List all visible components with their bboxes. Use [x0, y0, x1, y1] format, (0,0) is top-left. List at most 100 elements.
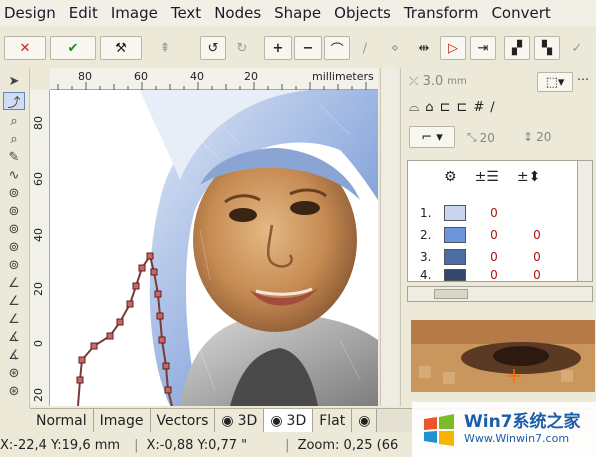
menu-design[interactable]: Design [4, 4, 56, 22]
add-node-button[interactable]: + [264, 36, 292, 60]
thread-color-swatch[interactable] [444, 249, 466, 265]
run-tool[interactable]: ∠ [3, 274, 25, 292]
ruler-left: 80 60 40 20 0 20 [30, 90, 50, 406]
thread-row-4[interactable]: 4. 0 0 [420, 269, 552, 281]
line-button[interactable]: ∕ [354, 36, 376, 60]
menu-convert[interactable]: Convert [491, 4, 550, 22]
ruler-top: 80 60 40 20 millimeters [50, 68, 378, 90]
auto-digitize-button[interactable]: ⚒ [100, 36, 142, 60]
thread-color-swatch[interactable] [444, 227, 466, 243]
zoom-fit-tool[interactable]: ⌕ [3, 130, 25, 148]
view-extra-icon: ◉ [358, 412, 371, 429]
photo-tool[interactable]: ⊛ [3, 364, 25, 382]
spiral-icon: ⊚ [8, 257, 20, 273]
menu-edit[interactable]: Edit [69, 4, 98, 22]
bean-icon: ∠ [8, 311, 20, 327]
snap-button[interactable]: ⇞ [152, 36, 178, 60]
dash-pattern-button[interactable]: ⋯ [577, 72, 595, 92]
cancel-button[interactable]: ✕ [4, 36, 46, 60]
tab-flat[interactable]: Flat [313, 409, 353, 432]
applique-tool[interactable]: ∡ [3, 328, 25, 346]
tab-extra[interactable]: ◉ [352, 409, 378, 432]
status-zoom: Zoom: 0,25 (66 [297, 437, 399, 453]
menu-nodes[interactable]: Nodes [214, 4, 261, 22]
rotate-button[interactable]: ↺ [200, 36, 226, 60]
x-icon: ✕ [19, 40, 31, 56]
motif-tool[interactable]: ∠ [3, 292, 25, 310]
break-icon: ⋄ [390, 40, 400, 56]
break-button[interactable]: ⋄ [384, 36, 406, 60]
magic-wand-icon: ⚒ [115, 40, 127, 56]
knife-icon: ✎ [8, 149, 20, 165]
shape-option-4[interactable]: ⊏ [456, 100, 467, 115]
shape-option-6[interactable]: ∕ [490, 100, 494, 115]
thread-color-swatch[interactable] [444, 205, 466, 221]
menu-shape[interactable]: Shape [274, 4, 321, 22]
menu-transform[interactable]: Transform [404, 4, 479, 22]
thread-row-2[interactable]: 2. 0 0 [420, 227, 552, 243]
column-tool[interactable]: ⊚ [3, 220, 25, 238]
corner-type-dropdown[interactable]: ⌐ ▾ [409, 126, 455, 148]
apply-button[interactable]: ✔ [50, 36, 96, 60]
thread-value-a: 0 [490, 250, 498, 264]
design-canvas[interactable] [50, 90, 378, 406]
cross-tool[interactable]: ∡ [3, 346, 25, 364]
spacing-a-value[interactable]: 20 [480, 131, 495, 145]
curve-button[interactable]: ⌒ [324, 36, 350, 60]
thread-row-3[interactable]: 3. 0 0 [420, 249, 552, 265]
ruler-left-20: 20 [32, 282, 45, 296]
freehand-tool[interactable]: ∿ [3, 166, 25, 184]
zoom-preview [411, 320, 595, 392]
thread-value-b: 0 [533, 228, 541, 242]
thread-table-hscroll[interactable] [407, 286, 593, 302]
remove-node-button[interactable]: − [294, 36, 322, 60]
end-point-button[interactable]: ⇥ [470, 36, 496, 60]
pattern-dropdown[interactable]: ⬚▾ [537, 72, 573, 92]
redo-button[interactable]: ↻ [230, 36, 254, 60]
lettering-tool[interactable]: ⊛ [3, 382, 25, 400]
stitch-width-icon: ⤫ [409, 74, 419, 88]
circle-tool[interactable]: ⊚ [3, 238, 25, 256]
tab-vectors[interactable]: Vectors [150, 409, 216, 432]
zoom-tool[interactable]: ⌕ [3, 112, 25, 130]
stitch-width-value[interactable]: 3.0 [423, 74, 444, 89]
node-tool[interactable]: ⤴ [3, 92, 25, 111]
status-divider: | [134, 437, 139, 453]
hscroll-thumb[interactable] [434, 289, 468, 299]
menu-image[interactable]: Image [111, 4, 158, 22]
align-button[interactable]: ⇹ [412, 36, 436, 60]
start-point-button[interactable]: ▷ [440, 36, 466, 60]
thread-row-1[interactable]: 1. 0 [420, 205, 552, 221]
pointer-tool[interactable]: ➤ [3, 72, 25, 90]
canvas-vscrollbar[interactable] [380, 68, 398, 406]
thread-table-vscroll[interactable] [577, 160, 593, 282]
watermark-brand: Win7系统之家 [464, 412, 581, 433]
tab-normal[interactable]: Normal [30, 409, 94, 432]
thread-color-swatch[interactable] [444, 269, 466, 281]
ruler-left-20b: 20 [32, 388, 45, 402]
tool-check-icon: ✓ [571, 40, 583, 56]
tab-3d-active[interactable]: ◉ 3D [264, 409, 314, 432]
menu-objects[interactable]: Objects [334, 4, 391, 22]
ungroup-button[interactable]: ▚ [534, 36, 560, 60]
tab-3d[interactable]: ◉ 3D [215, 409, 265, 432]
shape-option-1[interactable]: ⌓ [409, 100, 419, 115]
menu-text[interactable]: Text [171, 4, 201, 22]
view-3d-icon: ◉ [221, 412, 234, 429]
spacing-b-value[interactable]: 20 [536, 130, 551, 144]
bean-tool[interactable]: ∠ [3, 310, 25, 328]
satin-tool[interactable]: ⊚ [3, 184, 25, 202]
tab-label: Vectors [156, 412, 209, 429]
check-tool-button[interactable]: ✓ [564, 36, 590, 60]
cross-stitch-icon: ∡ [8, 347, 20, 363]
shape-option-3[interactable]: ⊏ [440, 100, 451, 115]
fill-tool[interactable]: ⊚ [3, 202, 25, 220]
shape-option-5[interactable]: # [473, 100, 484, 115]
knife-tool[interactable]: ✎ [3, 148, 25, 166]
windows-logo-icon [424, 413, 454, 446]
toolbox: ➤ ⤴ ⌕ ⌕ ✎ ∿ ⊚ ⊚ ⊚ ⊚ ⊚ ∠ ∠ ∠ ∡ ∡ ⊛ ⊛ [0, 68, 30, 408]
spiral-tool[interactable]: ⊚ [3, 256, 25, 274]
shape-option-2[interactable]: ⌂ [425, 100, 433, 115]
group-button[interactable]: ▞ [504, 36, 530, 60]
tab-image[interactable]: Image [93, 409, 151, 432]
